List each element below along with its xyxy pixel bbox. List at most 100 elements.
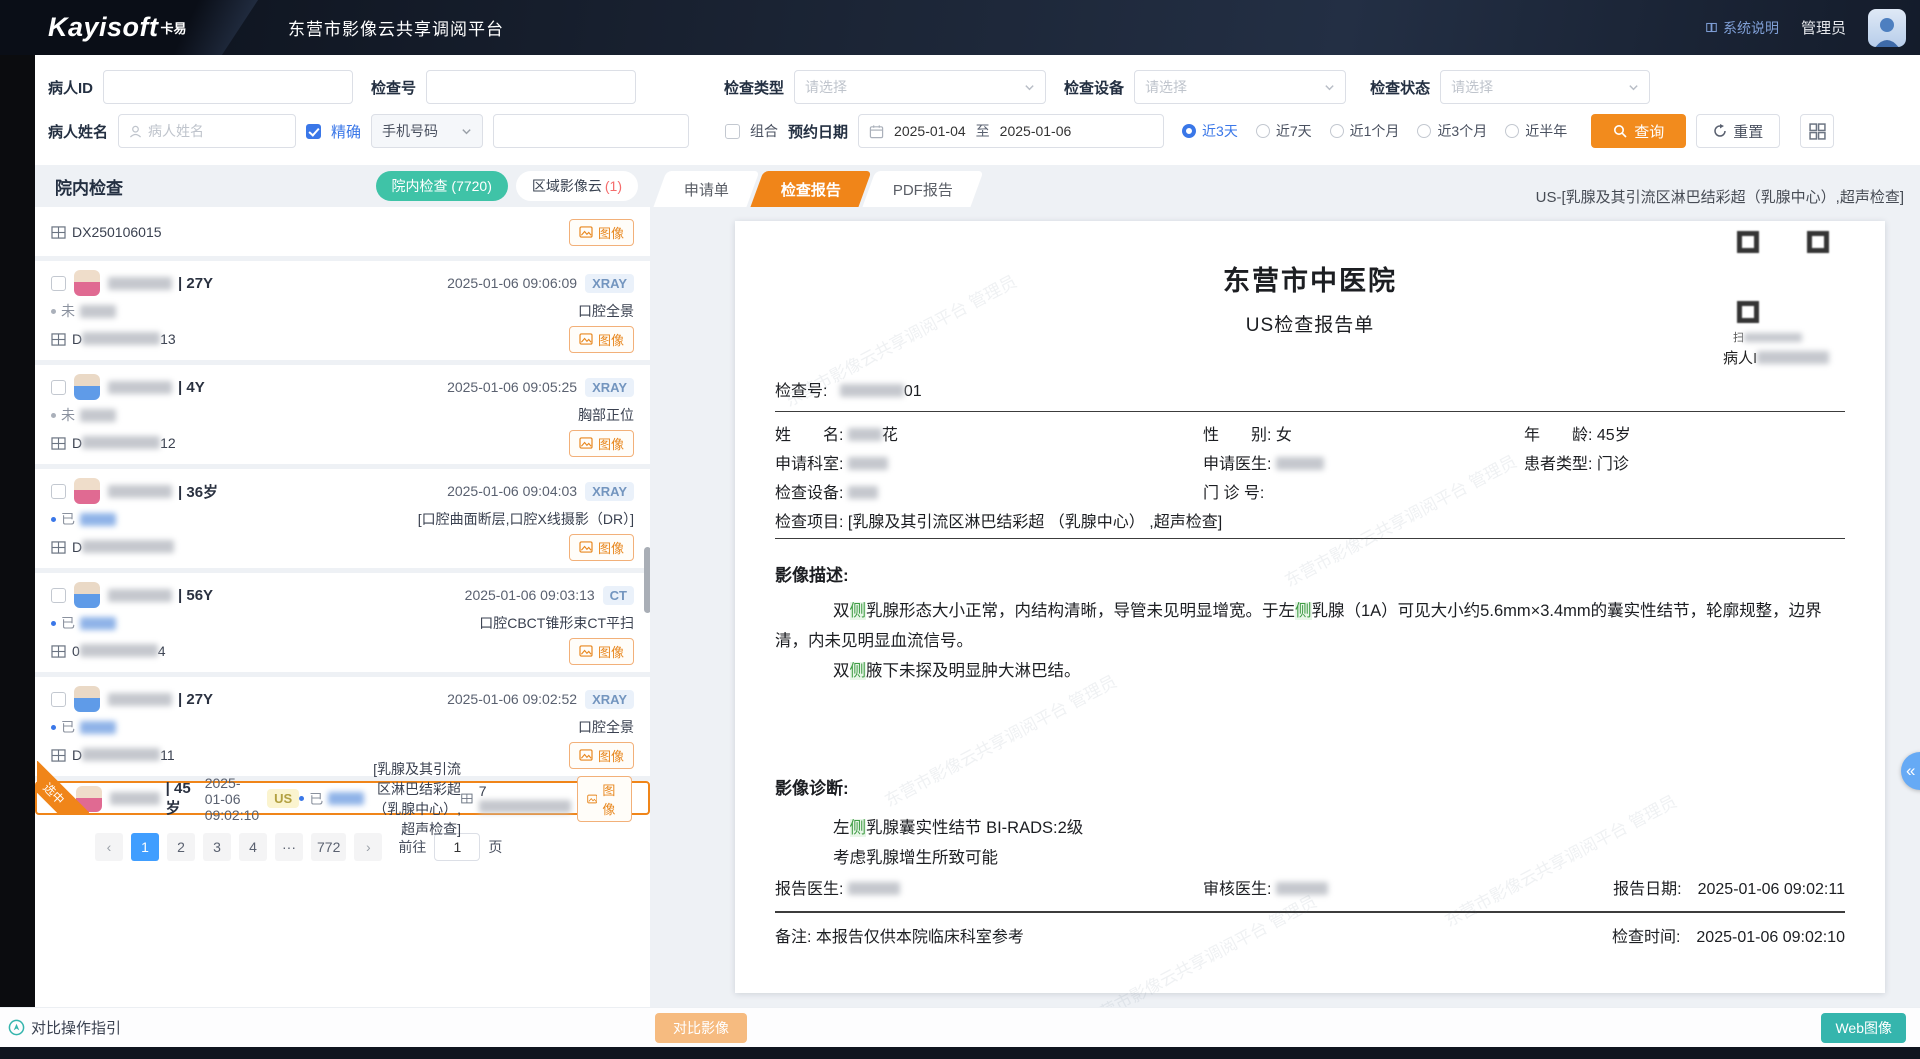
quick-range-6m[interactable]: 近半年 [1505,121,1567,141]
image-icon [579,226,593,238]
tab-hospital-exams[interactable]: 院内检查 (7720) [376,171,508,201]
redacted-name [108,693,172,706]
divider [775,538,1845,539]
image-button[interactable]: 图像 [569,219,634,246]
image-button[interactable]: 图像 [569,742,634,769]
page-button-2[interactable]: 2 [167,833,195,861]
modality-badge: XRAY [585,274,634,293]
exam-time: 2025-01-06 09:02:52 [447,691,577,707]
film-icon [51,749,66,762]
review-doctor: 审核医生: [1203,875,1503,899]
modality-badge: XRAY [585,690,634,709]
list-item-selected[interactable]: | 45岁 2025-01-06 09:02:10 US 已 [乳腺及其引流区淋… [35,781,650,815]
patient-name-input[interactable]: 病人姓名 [118,114,296,148]
appoint-date-label: 预约日期 [788,121,848,142]
exact-match-checkbox[interactable] [306,124,321,139]
quick-range-3d[interactable]: 近3天 [1182,121,1238,141]
patient-id-input[interactable] [103,70,353,104]
exam-name: [口腔曲面断层,口腔X线摄影（DR）] [418,509,634,529]
prev-page-button[interactable]: ‹ [95,833,123,861]
layout-toggle-button[interactable] [1800,114,1834,148]
search-button[interactable]: 查询 [1591,114,1686,148]
page-button-3[interactable]: 3 [203,833,231,861]
field-patient-type: 患者类型: 门诊 [1524,450,1845,474]
patient-photo [74,374,100,400]
pagination: ‹ 1 2 3 4 ··· 772 › 前往 1 页 [35,818,650,866]
patient-id-label: 病人ID [48,77,93,98]
list-item[interactable]: | 27Y 2025-01-06 09:06:09 XRAY 未 口腔全景 D1… [35,261,650,365]
item-checkbox[interactable] [51,484,66,499]
exact-match-label: 精确 [331,121,361,142]
item-checkbox[interactable] [51,692,66,707]
sidebar-title: 院内检查 [55,174,123,199]
phone-input[interactable] [493,114,689,148]
exam-status-select[interactable]: 请选择 [1440,70,1650,104]
date-range-input[interactable]: 2025-01-04 至 2025-01-06 [858,114,1164,148]
phone-select[interactable]: 手机号码 [371,114,483,148]
exam-device-select[interactable]: 请选择 [1134,70,1346,104]
quick-range-7d[interactable]: 近7天 [1256,121,1312,141]
list-item-partial[interactable]: DX250106015 图像 [35,207,650,261]
diag-line-2: 考虑乳腺增生所致可能 [775,843,1845,873]
system-help-link[interactable]: 系统说明 [1706,18,1779,38]
tab-exam-report[interactable]: 检查报告 [750,171,871,207]
radio-icon [1256,124,1270,138]
item-checkbox[interactable] [51,380,66,395]
quick-range-3m[interactable]: 近3个月 [1417,121,1487,141]
exam-no-input[interactable] [426,70,636,104]
user-avatar[interactable] [1868,9,1906,47]
person-icon [1872,15,1902,47]
bottom-edge-strip [0,1047,1920,1059]
patient-photo [74,582,100,608]
page-button-772[interactable]: 772 [311,833,346,861]
page-button-1[interactable]: 1 [131,833,159,861]
accession-number: DX250106015 [72,224,162,240]
tab-pdf-report[interactable]: PDF报告 [862,171,983,207]
quick-range-1m[interactable]: 近1个月 [1330,121,1400,141]
combo-label: 组合 [750,121,778,141]
image-button[interactable]: 图像 [577,776,632,822]
list-item[interactable]: | 36岁 2025-01-06 09:04:03 XRAY 已 [口腔曲面断层… [35,469,650,573]
item-checkbox[interactable] [51,276,66,291]
selected-ribbon: 选中 [37,761,89,813]
image-button[interactable]: 图像 [569,534,634,561]
radio-icon [1182,124,1196,138]
qr-block: 扫 病人I [1723,229,1843,368]
item-checkbox[interactable] [51,588,66,603]
person-small-icon [129,125,142,138]
redacted-name [108,381,172,394]
page-unit: 页 [488,837,502,857]
report-doc-title: US检查报告单 [775,310,1845,337]
exam-time: 2025-01-06 09:03:13 [465,587,595,603]
image-icon [579,749,593,761]
exam-type-select[interactable]: 请选择 [794,70,1046,104]
compare-images-button[interactable]: 对比影像 [655,1013,747,1043]
combo-checkbox[interactable] [725,124,740,139]
list-item[interactable]: | 27Y 2025-01-06 09:02:52 XRAY 已 口腔全景 D1… [35,677,650,781]
refresh-icon [1713,124,1727,138]
tab-regional-cloud[interactable]: 区域影像云 (1) [516,171,638,201]
image-button[interactable]: 图像 [569,430,634,457]
report-date: 报告日期: 2025-01-06 09:02:11 [1503,875,1845,899]
report-status: 未 [51,301,116,321]
image-button[interactable]: 图像 [569,326,634,353]
modality-badge: XRAY [585,482,634,501]
page-ellipsis[interactable]: ··· [275,833,303,861]
exam-status-label: 检查状态 [1370,77,1430,98]
radio-icon [1417,124,1431,138]
panel-resize-handle[interactable] [644,547,650,613]
list-item[interactable]: | 4Y 2025-01-06 09:05:25 XRAY 未 胸部正位 D12 [35,365,650,469]
list-item[interactable]: | 56Y 2025-01-06 09:03:13 CT 已 口腔CBCT锥形束… [35,573,650,677]
exam-name: 口腔CBCT锥形束CT平扫 [479,613,634,633]
web-image-button[interactable]: Web图像 [1821,1013,1906,1043]
exam-time-field: 检查时间: 2025-01-06 09:02:10 [1503,923,1845,947]
grid-layout-icon [1809,123,1826,140]
page-button-4[interactable]: 4 [239,833,267,861]
film-icon [51,333,66,346]
compare-guide-link[interactable]: 对比操作指引 [0,1017,121,1038]
reset-button[interactable]: 重置 [1696,114,1780,148]
image-button[interactable]: 图像 [569,638,634,665]
search-icon [1613,124,1627,138]
tab-request-form[interactable]: 申请单 [653,171,759,207]
left-edge-strip [0,55,35,1007]
